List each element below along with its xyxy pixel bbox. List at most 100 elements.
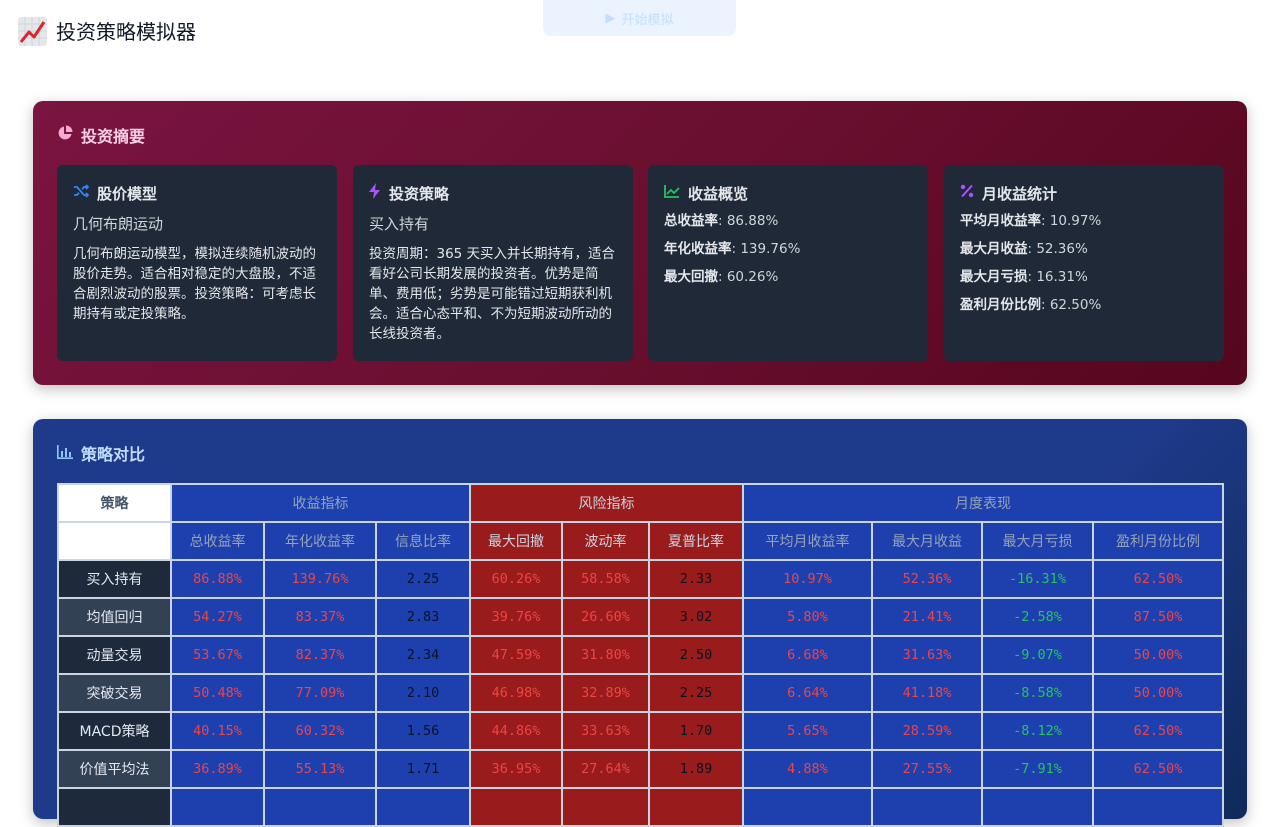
metric-cell: 31.63% (871, 635, 983, 675)
metric-cell: 5.80% (742, 597, 873, 637)
column-header[interactable]: 波动率 (561, 521, 650, 561)
metric-cell: 62.50% (1092, 559, 1224, 599)
metric-cell (648, 787, 744, 827)
metric-cell: 50.00% (1092, 635, 1224, 675)
metric-cell: 2.34 (375, 635, 471, 675)
table-row[interactable]: 价值平均法 36.89% 55.13% 1.71 36.95% 27.64% 1.89 4.8… (57, 749, 1224, 789)
metric-cell: 32.89% (561, 673, 650, 713)
metric-cell: 50.00% (1092, 673, 1224, 713)
play-icon: ▶ (605, 10, 616, 26)
strategy-name-cell: MACD策略 (57, 711, 172, 751)
strategy-header: 策略 (57, 483, 172, 523)
pie-chart-icon (57, 125, 73, 145)
metric-cell (742, 787, 873, 827)
column-header[interactable]: 最大回撤 (469, 521, 563, 561)
trend-up-icon (664, 184, 680, 202)
metric-cell (469, 787, 563, 827)
metric-cell: 1.70 (648, 711, 744, 751)
max-drawdown-stat: 最大回撤: 60.26% (664, 269, 779, 285)
blank-header (57, 521, 172, 561)
investment-strategy-card: 投资策略 买入持有 投资周期：365 天买入并长期持有，适合看好公司长期发展的投… (353, 165, 633, 361)
metric-cell: -8.58% (981, 673, 1094, 713)
metric-cell: 5.65% (742, 711, 873, 751)
metric-cell: 36.89% (170, 749, 265, 789)
strategy-name-cell: 价值平均法 (57, 749, 172, 789)
strategy-name: 买入持有 (369, 215, 430, 233)
metric-cell: 77.09% (263, 673, 377, 713)
investment-summary-panel: 投资摘要 股价模型 几何布朗运动 几何布朗运动模型，模拟连续随机波动的股价走势。… (33, 101, 1247, 385)
column-header[interactable]: 最大月收益 (871, 521, 983, 561)
metric-cell: 31.80% (561, 635, 650, 675)
monthly-group-header: 月度表现 (742, 483, 1224, 523)
returns-group-header: 收益指标 (170, 483, 471, 523)
metric-cell: 62.50% (1092, 711, 1224, 751)
metric-cell: 1.71 (375, 749, 471, 789)
column-header[interactable]: 信息比率 (375, 521, 471, 561)
metric-cell: -2.58% (981, 597, 1094, 637)
metric-cell: 2.83 (375, 597, 471, 637)
metric-cell: 50.48% (170, 673, 265, 713)
summary-title: 投资摘要 (57, 123, 145, 147)
simulate-button[interactable]: ▶ 开始模拟 (543, 0, 736, 36)
group-header-row: 策略 收益指标 风险指标 月度表现 (57, 483, 1224, 523)
profit-month-ratio-stat: 盈利月份比例: 62.50% (960, 297, 1102, 313)
metric-cell: -8.12% (981, 711, 1094, 751)
app-header: 投资策略模拟器 ▶ 开始模拟 (0, 0, 1280, 64)
metric-cell: 46.98% (469, 673, 563, 713)
metric-cell: 87.50% (1092, 597, 1224, 637)
annual-return-stat: 年化收益率: 139.76% (664, 241, 801, 257)
table-row[interactable]: 突破交易 50.48% 77.09% 2.10 46.98% 32.89% 2.25 6.64… (57, 673, 1224, 713)
table-row[interactable] (57, 787, 1224, 827)
column-header[interactable]: 夏普比率 (648, 521, 744, 561)
metric-cell: 53.67% (170, 635, 265, 675)
metric-cell: 83.37% (263, 597, 377, 637)
metric-cell: -7.91% (981, 749, 1094, 789)
table-row[interactable]: 动量交易 53.67% 82.37% 2.34 47.59% 31.80% 2.50 6.68… (57, 635, 1224, 675)
app-title: 投资策略模拟器 (56, 20, 196, 44)
metric-cell: 6.64% (742, 673, 873, 713)
metric-cell: -9.07% (981, 635, 1094, 675)
returns-overview-card: 收益概览 总收益率: 86.88% 年化收益率: 139.76% 最大回撤: 6… (648, 165, 928, 361)
metric-cell: 40.15% (170, 711, 265, 751)
metric-cell: 28.59% (871, 711, 983, 751)
strategy-description: 投资周期：365 天买入并长期持有，适合看好公司长期发展的投资者。优势是简单、费… (369, 246, 616, 342)
percent-icon (960, 184, 974, 202)
metric-cell (263, 787, 377, 827)
metric-cell: 54.27% (170, 597, 265, 637)
chart-logo-icon (18, 17, 47, 46)
table-row[interactable]: MACD策略 40.15% 60.32% 1.56 44.86% 33.63% 1.70 5.… (57, 711, 1224, 751)
metric-cell (375, 787, 471, 827)
metric-cell: 36.95% (469, 749, 563, 789)
column-header[interactable]: 年化收益率 (263, 521, 377, 561)
metric-cell (170, 787, 265, 827)
metric-cell: 55.13% (263, 749, 377, 789)
metric-cell: 2.33 (648, 559, 744, 599)
monthly-stats-card: 月收益统计 平均月收益率: 10.97% 最大月收益: 52.36% 最大月亏损… (944, 165, 1224, 361)
strategy-name-cell: 动量交易 (57, 635, 172, 675)
metric-cell: 21.41% (871, 597, 983, 637)
stock-model-description: 几何布朗运动模型，模拟连续随机波动的股价走势。适合相对稳定的大盘股，不适合剧烈波… (73, 246, 316, 322)
metric-cell: 39.76% (469, 597, 563, 637)
max-monthly-loss-stat: 最大月亏损: 16.31% (960, 269, 1088, 285)
max-monthly-gain-stat: 最大月收益: 52.36% (960, 241, 1088, 257)
metric-cell: 27.55% (871, 749, 983, 789)
metric-cell (1092, 787, 1224, 827)
metric-cell: 82.37% (263, 635, 377, 675)
bar-chart-icon (57, 444, 73, 463)
avg-monthly-return-stat: 平均月收益率: 10.97% (960, 213, 1102, 229)
bolt-icon (369, 183, 381, 203)
strategy-name-cell: 突破交易 (57, 673, 172, 713)
column-header[interactable]: 最大月亏损 (981, 521, 1094, 561)
column-header[interactable]: 平均月收益率 (742, 521, 873, 561)
column-header-row: 总收益率 年化收益率 信息比率 最大回撤 波动率 夏普比率 平均月收益率 最大月收益 最大月亏损… (57, 521, 1224, 561)
metric-cell: 3.02 (648, 597, 744, 637)
strategy-comparison-table: 策略 收益指标 风险指标 月度表现 总收益率 年化收益率 信息比率 最大回撤 波动率 夏普… (57, 483, 1224, 827)
metric-cell: 2.25 (648, 673, 744, 713)
strategy-comparison-panel: 策略对比 策略 收益指标 风险指标 月度表现 总收益率 年化收益率 信息比率 最大回撤… (33, 419, 1247, 827)
metric-cell: 2.50 (648, 635, 744, 675)
metric-cell: 2.25 (375, 559, 471, 599)
table-row[interactable]: 买入持有 86.88% 139.76% 2.25 60.26% 58.58% 2.33 10.… (57, 559, 1224, 599)
column-header[interactable]: 总收益率 (170, 521, 265, 561)
table-row[interactable]: 均值回归 54.27% 83.37% 2.83 39.76% 26.60% 3.02 5.80… (57, 597, 1224, 637)
column-header[interactable]: 盈利月份比例 (1092, 521, 1224, 561)
